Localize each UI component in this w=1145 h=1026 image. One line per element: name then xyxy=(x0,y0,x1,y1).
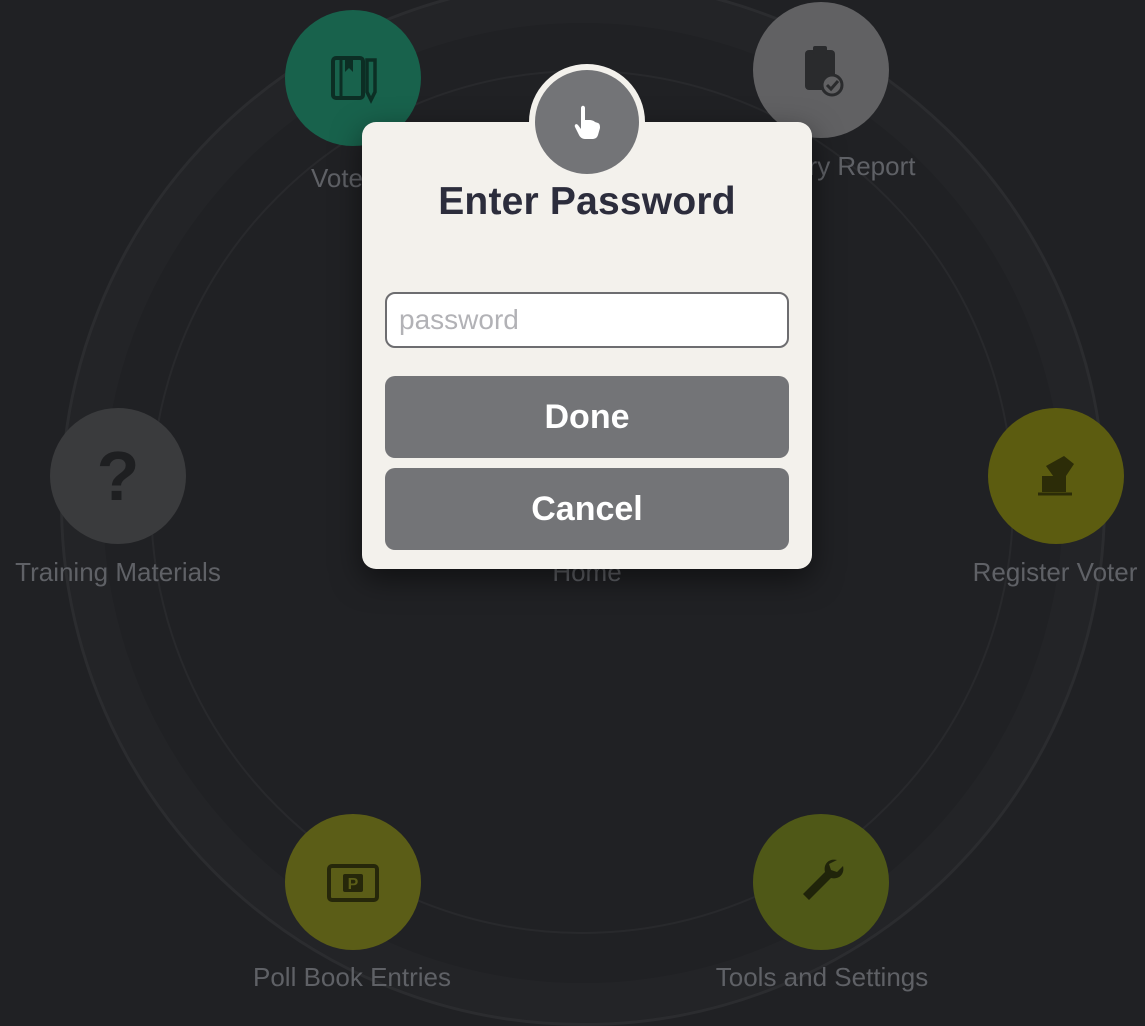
dialog-badge-circle xyxy=(535,70,639,174)
dialog-title: Enter Password xyxy=(438,180,736,223)
pointer-hand-icon xyxy=(574,105,600,139)
password-input[interactable] xyxy=(385,292,789,348)
cancel-button[interactable]: Cancel xyxy=(385,468,789,550)
done-button[interactable]: Done xyxy=(385,376,789,458)
dialog-badge xyxy=(529,64,645,180)
